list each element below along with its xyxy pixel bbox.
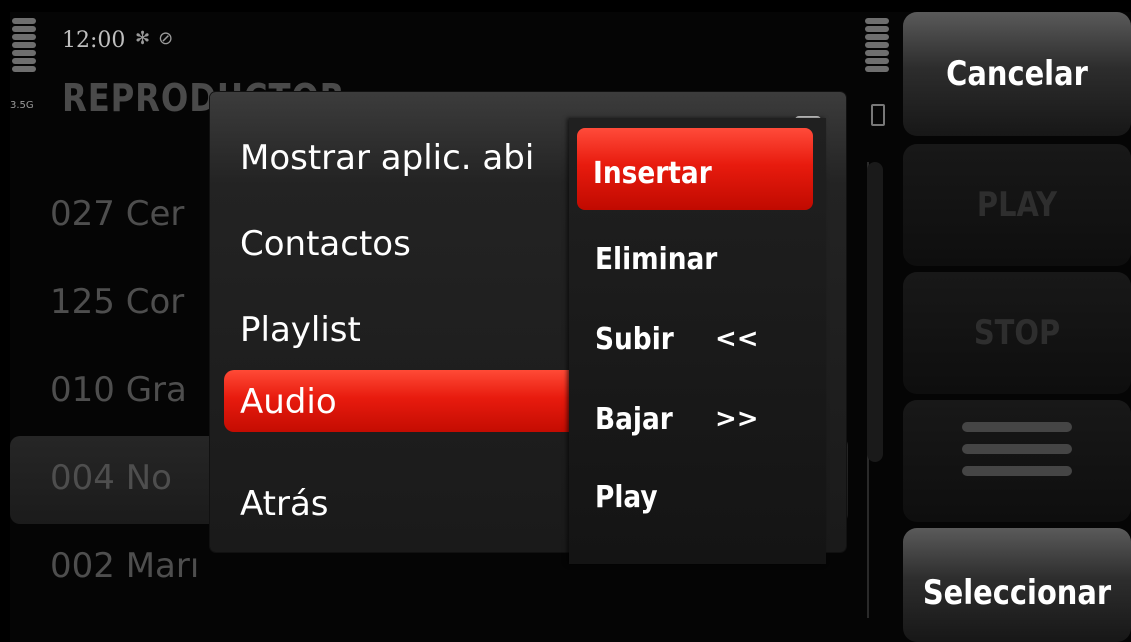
signal-strength-icon bbox=[10, 12, 40, 142]
submenu-item-play[interactable]: Play bbox=[569, 458, 826, 538]
move-down-arrows: >> bbox=[715, 404, 759, 434]
menu-item-contacts[interactable]: Contactos bbox=[210, 212, 590, 272]
move-up-arrows: << bbox=[715, 324, 759, 354]
audio-submenu: Insertar Eliminar Subir << Bajar >> Play bbox=[569, 118, 826, 564]
stop-button[interactable]: STOP bbox=[903, 272, 1131, 394]
submenu-item-delete[interactable]: Eliminar bbox=[569, 220, 826, 300]
battery-icon bbox=[863, 12, 891, 142]
menu-item-playlist[interactable]: Playlist bbox=[210, 298, 590, 358]
play-button[interactable]: PLAY bbox=[903, 144, 1131, 266]
menu-icon[interactable] bbox=[903, 400, 1131, 522]
clock: 12:00 bbox=[62, 28, 126, 53]
network-type-label: 3.5G bbox=[10, 100, 34, 111]
submenu-item-move-down[interactable]: Bajar >> bbox=[569, 380, 826, 460]
list-item-label: 002 Marı bbox=[50, 546, 200, 586]
menu-item-audio[interactable]: Audio bbox=[224, 370, 594, 432]
submenu-item-move-up[interactable]: Subir << bbox=[569, 300, 826, 380]
cancel-button[interactable]: Cancelar bbox=[903, 12, 1131, 136]
submenu-item-insert[interactable]: Insertar bbox=[577, 128, 813, 210]
bluetooth-icon: ✻ bbox=[135, 28, 159, 49]
menu-item-back[interactable]: Atrás bbox=[210, 472, 590, 532]
phone-screen: 3.5G 12:00 ✻⊘ REPRODUCTOR 027 Cer 125 Co… bbox=[10, 12, 1131, 642]
list-scrollbar-thumb[interactable] bbox=[867, 162, 883, 462]
list-item-label: 010 Gra bbox=[50, 370, 187, 410]
list-item-label: 004 No bbox=[50, 458, 172, 498]
alarm-icon: ⊘ bbox=[158, 28, 182, 49]
menu-item-show-apps[interactable]: Mostrar aplic. abi bbox=[210, 126, 590, 186]
status-icons: ✻⊘ bbox=[135, 28, 181, 49]
softkey-panel: Cancelar PLAY STOP Seleccionar bbox=[903, 12, 1131, 642]
list-item-label: 027 Cer bbox=[50, 194, 185, 234]
list-item-label: 125 Cor bbox=[50, 282, 185, 322]
select-button[interactable]: Seleccionar bbox=[903, 528, 1131, 642]
